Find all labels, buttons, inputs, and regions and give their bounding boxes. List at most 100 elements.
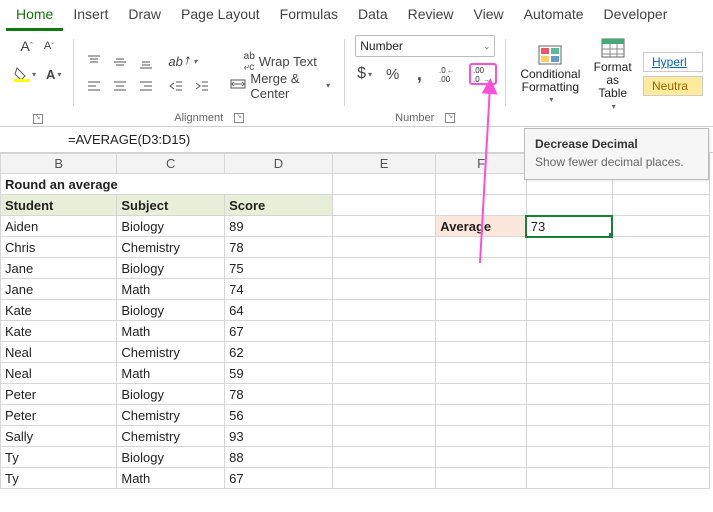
tab-review[interactable]: Review [398,2,464,31]
align-center-icon[interactable] [108,75,132,97]
cell[interactable]: Ty [1,447,117,468]
cell[interactable]: Biology [117,384,225,405]
cell[interactable]: 78 [225,384,333,405]
ribbon-tabs: Home Insert Draw Page Layout Formulas Da… [0,0,713,31]
fill-color-icon[interactable]: ▾ [10,63,40,85]
font-dialog-launcher[interactable] [33,114,43,124]
svg-text:.00: .00 [473,66,485,75]
cell[interactable]: Jane [1,258,117,279]
tab-page-layout[interactable]: Page Layout [171,2,270,31]
increase-font-icon[interactable]: Aˆ [17,35,37,57]
alignment-dialog-launcher[interactable] [234,113,244,123]
cell[interactable]: Chris [1,237,117,258]
cell[interactable]: 93 [225,426,333,447]
average-value-cell[interactable]: 73 [526,216,612,237]
average-label[interactable]: Average [436,216,527,237]
merge-center-icon [230,76,246,95]
cell[interactable]: Kate [1,300,117,321]
tab-formulas[interactable]: Formulas [270,2,348,31]
cell-style-neutral[interactable]: Neutra [643,76,703,96]
wrap-text-button[interactable]: ab⤶c Wrap Text [224,51,336,73]
col-header-c[interactable]: C [117,154,225,174]
col-header-d[interactable]: D [225,154,333,174]
format-as-table-button[interactable]: Format as Table▾ [586,35,639,113]
orientation-icon[interactable]: ab↗▾ [164,51,201,73]
col-header-f[interactable]: F [436,154,527,174]
table-header[interactable]: Score [225,195,333,216]
cell[interactable]: Ty [1,468,117,489]
cell[interactable]: Chemistry [117,426,225,447]
align-bottom-icon[interactable] [134,51,158,73]
font-color-icon[interactable]: A▾ [42,63,65,85]
cell[interactable]: Math [117,321,225,342]
increase-decimal-icon[interactable]: .0←.00 [435,63,463,85]
worksheet-grid[interactable]: B C D E F G H Round an average Student S… [0,153,713,489]
cell[interactable]: 59 [225,363,333,384]
tab-automate[interactable]: Automate [514,2,594,31]
tooltip-title: Decrease Decimal [535,137,698,151]
cell[interactable]: 67 [225,321,333,342]
cell[interactable]: 89 [225,216,333,237]
align-top-icon[interactable] [82,51,106,73]
tooltip-decrease-decimal: Decrease Decimal Show fewer decimal plac… [524,128,709,180]
cell[interactable]: 88 [225,447,333,468]
cell[interactable]: Jane [1,279,117,300]
percent-format-icon[interactable]: % [382,63,403,85]
cell[interactable]: 78 [225,237,333,258]
align-right-icon[interactable] [134,75,158,97]
cell[interactable]: 56 [225,405,333,426]
cell[interactable]: Chemistry [117,342,225,363]
tooltip-body: Show fewer decimal places. [535,155,698,169]
tab-view[interactable]: View [464,2,514,31]
group-alignment-label: Alignment [174,112,223,124]
tab-data[interactable]: Data [348,2,398,31]
align-left-icon[interactable] [82,75,106,97]
sheet-title[interactable]: Round an average [1,174,333,195]
cell[interactable]: Chemistry [117,237,225,258]
svg-text:→: → [483,77,490,83]
cell[interactable]: 64 [225,300,333,321]
table-header[interactable]: Subject [117,195,225,216]
col-header-b[interactable]: B [1,154,117,174]
group-number-label: Number [395,112,434,124]
accounting-format-icon[interactable]: $▾ [353,63,376,85]
tab-draw[interactable]: Draw [118,2,171,31]
merge-center-button[interactable]: Merge & Center▾ [224,75,336,97]
cell-style-hyperlink[interactable]: Hyperl [643,52,703,72]
wrap-text-icon: ab⤶c [244,51,255,73]
cell[interactable]: 62 [225,342,333,363]
cell[interactable]: Peter [1,384,117,405]
tab-developer[interactable]: Developer [594,2,678,31]
cell[interactable]: Peter [1,405,117,426]
conditional-formatting-button[interactable]: Conditional Formatting▾ [514,42,586,107]
number-dialog-launcher[interactable] [445,113,455,123]
tab-home[interactable]: Home [6,2,63,31]
cell[interactable]: Biology [117,300,225,321]
cell[interactable]: Biology [117,258,225,279]
svg-text:.0: .0 [439,66,446,75]
cell[interactable]: Biology [117,216,225,237]
cell[interactable]: 75 [225,258,333,279]
cell[interactable]: Math [117,363,225,384]
col-header-e[interactable]: E [332,154,435,174]
cell[interactable]: Sally [1,426,117,447]
cell[interactable]: 67 [225,468,333,489]
cell[interactable]: 74 [225,279,333,300]
decrease-decimal-icon[interactable]: .00.0→ [469,63,497,85]
align-middle-icon[interactable] [108,51,132,73]
decrease-indent-icon[interactable] [164,75,188,97]
cell[interactable]: Math [117,279,225,300]
table-header[interactable]: Student [1,195,117,216]
decrease-font-icon[interactable]: Aˇ [39,35,59,57]
increase-indent-icon[interactable] [190,75,214,97]
cell[interactable]: Chemistry [117,405,225,426]
comma-format-icon[interactable]: , [409,63,429,85]
cell[interactable]: Kate [1,321,117,342]
tab-insert[interactable]: Insert [63,2,118,31]
number-format-combo[interactable]: Number⌄ [355,35,495,57]
cell[interactable]: Neal [1,342,117,363]
cell[interactable]: Neal [1,363,117,384]
cell[interactable]: Math [117,468,225,489]
cell[interactable]: Biology [117,447,225,468]
cell[interactable]: Aiden [1,216,117,237]
